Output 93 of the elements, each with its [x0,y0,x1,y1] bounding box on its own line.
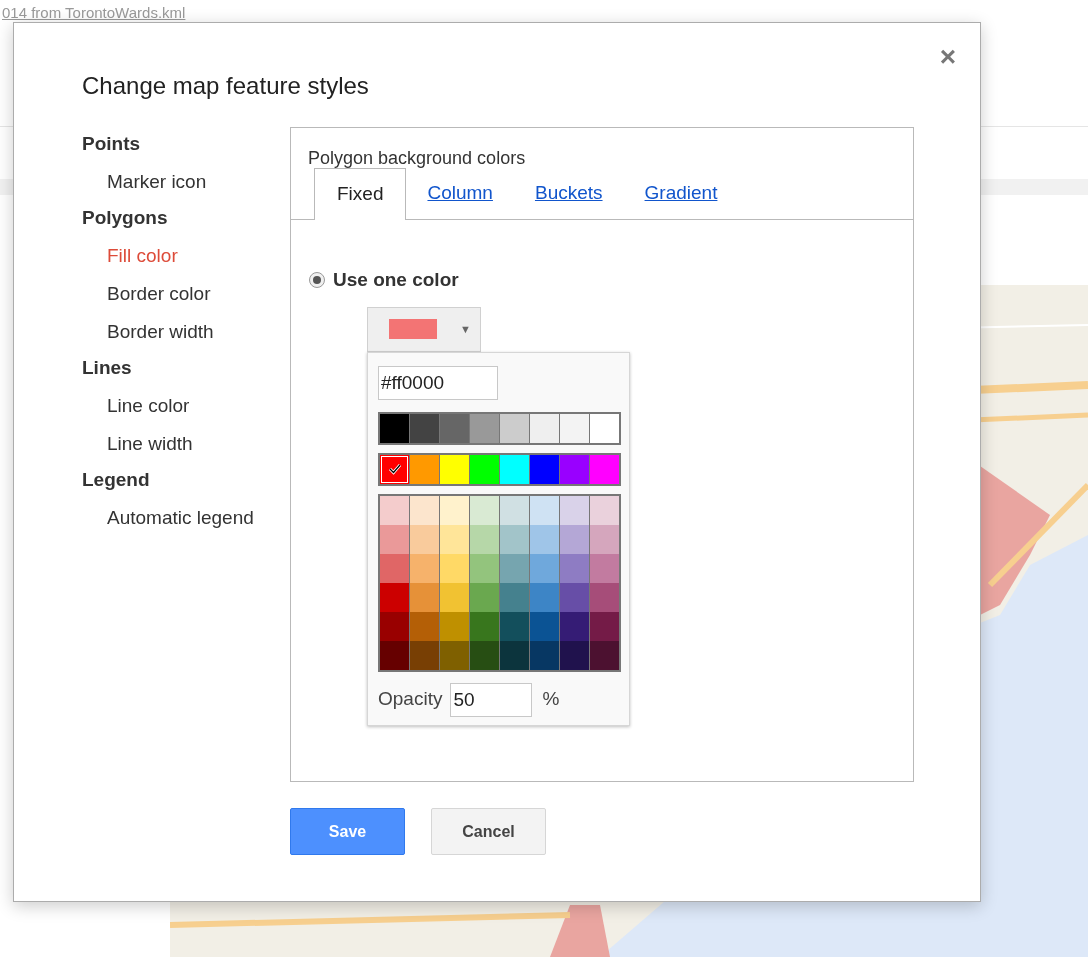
radio-button[interactable] [309,272,325,289]
panel-title: Polygon background colors [307,147,527,170]
color-swatch[interactable] [440,495,469,525]
color-swatch[interactable] [440,454,469,484]
color-swatch[interactable] [380,611,409,641]
color-swatch[interactable] [500,640,529,670]
color-swatch[interactable] [380,454,409,484]
color-swatch[interactable] [470,611,499,641]
color-swatch[interactable] [560,611,589,641]
color-swatch[interactable] [470,524,499,554]
color-swatch[interactable] [500,582,529,612]
sidebar-heading: Points [82,132,142,156]
color-swatch[interactable] [380,553,409,583]
page-title: 014 from TorontoWards.kml [2,4,186,21]
color-swatch[interactable] [560,582,589,612]
dialog-title: Change map feature styles [82,71,370,101]
color-swatch[interactable] [590,640,619,670]
color-swatch[interactable] [590,553,619,583]
color-swatch[interactable] [530,640,559,670]
color-swatch[interactable] [380,495,409,525]
opacity-label: Opacity [378,687,443,712]
color-swatch[interactable] [440,413,469,443]
color-swatch[interactable] [440,524,469,554]
sidebar-item[interactable]: Line color [82,387,290,425]
color-swatch[interactable] [590,454,619,484]
color-swatch[interactable] [530,582,559,612]
color-swatch[interactable] [440,611,469,641]
color-swatch[interactable] [500,553,529,583]
tab[interactable]: Buckets [513,168,624,219]
color-swatch[interactable] [470,640,499,670]
color-swatch[interactable] [470,413,499,443]
tab[interactable]: Column [406,168,514,219]
color-swatch[interactable] [380,640,409,670]
color-swatch[interactable] [500,413,529,443]
color-swatch[interactable] [530,454,559,484]
color-swatch[interactable] [470,495,499,525]
color-swatch[interactable] [410,553,439,583]
color-swatch[interactable] [410,611,439,641]
color-swatch[interactable] [500,524,529,554]
sidebar-heading: Lines [82,356,133,380]
color-swatch[interactable] [560,495,589,525]
color-swatch[interactable] [380,582,409,612]
color-swatch[interactable] [500,454,529,484]
close-button[interactable]: × [939,43,956,71]
sidebar-item[interactable]: Line width [82,425,290,463]
color-dropdown[interactable]: ▼ [367,306,481,352]
color-swatch[interactable] [560,553,589,583]
tab[interactable]: Gradient [623,168,739,219]
color-swatch[interactable] [470,454,499,484]
color-swatch[interactable] [560,640,589,670]
color-swatch[interactable] [560,413,589,443]
color-swatch[interactable] [590,582,619,612]
radio-label: Use one color [333,268,459,292]
color-swatch[interactable] [590,413,619,443]
color-swatch[interactable] [470,553,499,583]
sidebar-heading: Polygons [82,206,169,230]
color-swatch[interactable] [410,413,439,443]
sidebar-item[interactable]: Automatic legend [82,499,290,537]
percent-label: % [542,687,560,712]
color-swatch[interactable] [530,495,559,525]
sidebar-item[interactable]: Border color [82,275,290,313]
color-swatch[interactable] [590,611,619,641]
color-swatch[interactable] [590,495,619,525]
color-swatch[interactable] [410,454,439,484]
sidebar-item[interactable]: Marker icon [82,163,290,201]
sidebar-item[interactable]: Border width [82,313,290,351]
color-swatch[interactable] [530,611,559,641]
color-swatch[interactable] [470,582,499,612]
color-swatch[interactable] [440,582,469,612]
color-swatch[interactable] [530,524,559,554]
color-swatch[interactable] [500,495,529,525]
color-swatch[interactable] [440,553,469,583]
color-swatch[interactable] [530,413,559,443]
color-swatch[interactable] [410,524,439,554]
color-swatch[interactable] [410,495,439,525]
tab[interactable]: Fixed [314,168,407,220]
color-swatch[interactable] [380,413,409,443]
color-swatch[interactable] [410,582,439,612]
sidebar-heading: Legend [82,468,151,492]
sidebar-item[interactable]: Fill color [82,237,290,275]
color-swatch[interactable] [530,553,559,583]
color-swatch[interactable] [560,454,589,484]
color-swatch[interactable] [380,524,409,554]
color-swatch[interactable] [560,524,589,554]
color-swatch[interactable] [500,611,529,641]
color-swatch[interactable] [440,640,469,670]
cancel-button[interactable]: Cancel [431,808,546,855]
color-swatch[interactable] [590,524,619,554]
opacity-input[interactable]: 50 [450,682,533,717]
hex-input[interactable]: #ff0000 [378,365,498,400]
caret-icon: ▼ [460,320,471,338]
checkmark-icon [387,463,402,475]
color-swatch[interactable] [410,640,439,670]
